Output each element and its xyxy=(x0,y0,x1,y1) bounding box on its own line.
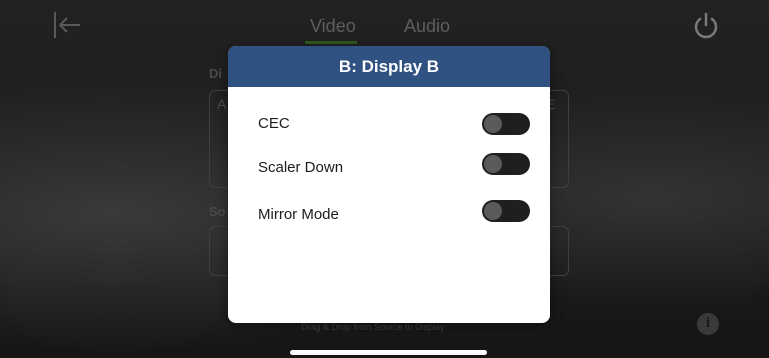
cec-toggle[interactable] xyxy=(482,113,530,135)
scaler-down-toggle[interactable] xyxy=(482,153,530,175)
source-section-label: So xyxy=(209,204,226,219)
tab-video[interactable]: Video xyxy=(310,16,356,37)
setting-label-cec: CEC xyxy=(258,115,290,132)
toggle-knob xyxy=(484,155,502,173)
tab-audio[interactable]: Audio xyxy=(404,16,450,37)
setting-row-scaler-down: Scaler Down xyxy=(228,153,550,183)
toggle-knob xyxy=(484,115,502,133)
setting-label-scaler-down: Scaler Down xyxy=(258,159,344,176)
back-arrow-icon[interactable] xyxy=(52,10,82,40)
tab-video-underline xyxy=(305,41,357,44)
display-section-label: Di xyxy=(209,66,222,81)
mirror-mode-toggle[interactable] xyxy=(482,200,530,222)
toggle-knob xyxy=(484,202,502,220)
modal-title: B: Display B xyxy=(228,46,550,87)
info-icon[interactable]: i xyxy=(697,313,719,335)
power-icon[interactable] xyxy=(692,12,720,40)
drag-hint-text: Drag & Drop from Source to Display xyxy=(301,322,445,332)
display-box-letter-left: A xyxy=(217,96,227,112)
setting-label-mirror-mode: Mirror Mode xyxy=(258,206,339,223)
setting-row-mirror-mode: Mirror Mode xyxy=(228,200,550,230)
display-settings-modal: B: Display B CEC Scaler Down Mirror Mode xyxy=(228,46,550,323)
home-indicator[interactable] xyxy=(290,350,487,355)
setting-row-cec: CEC xyxy=(228,109,550,139)
